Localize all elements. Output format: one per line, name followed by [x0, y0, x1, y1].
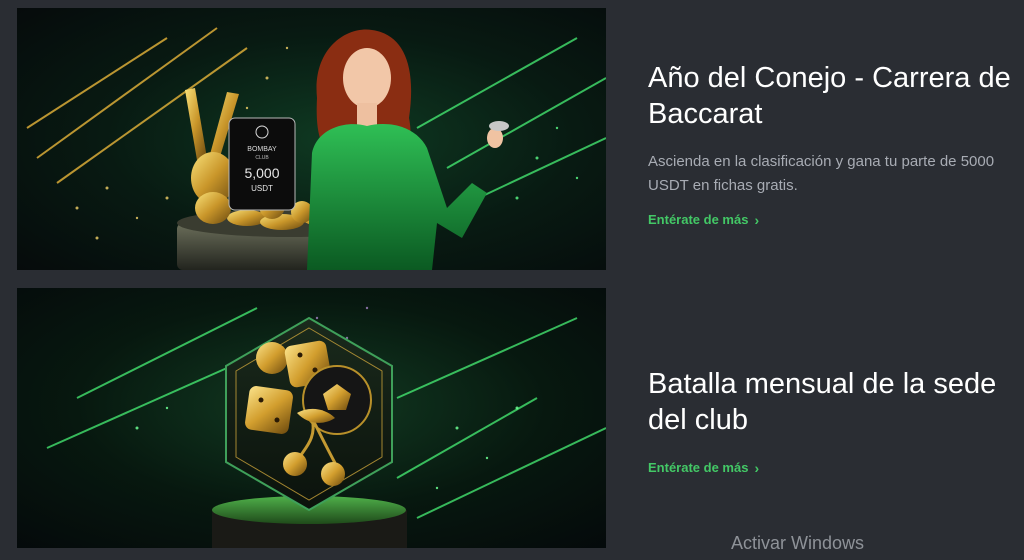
promo-info: Batalla mensual de la sede del club Enté… — [648, 366, 1016, 477]
chip-brand-text: BOMBAY — [247, 146, 277, 153]
chevron-right-icon: › — [754, 459, 760, 476]
promo-info: Año del Conejo - Carrera de Baccarat Asc… — [648, 60, 1016, 229]
chip-currency-text: USDT — [251, 184, 273, 193]
activate-windows-watermark: Activar Windows — [731, 533, 865, 553]
promo-title: Año del Conejo - Carrera de Baccarat — [648, 62, 1011, 130]
learn-more-link[interactable]: Entérate de más › — [648, 212, 759, 227]
learn-more-label: Entérate de más — [648, 460, 749, 475]
chevron-right-icon: › — [754, 211, 760, 228]
banner-art-hexagon-trophy — [17, 288, 606, 548]
promo-banner-image[interactable] — [17, 288, 606, 548]
promo-description: Ascienda en la clasificación y gana tu p… — [648, 153, 995, 194]
banner-art-dealer-rabbit: BOMBAY CLUB 5,000 USDT — [17, 8, 606, 270]
promo-card-club-battle: Batalla mensual de la sede del club Enté… — [17, 288, 1024, 548]
promo-title: Batalla mensual de la sede del club — [648, 368, 997, 436]
chip-sub-text: CLUB — [255, 155, 269, 161]
chip-amount-text: 5,000 — [244, 165, 279, 181]
learn-more-label: Entérate de más — [648, 212, 749, 227]
learn-more-link[interactable]: Entérate de más › — [648, 460, 759, 475]
promo-card-baccarat-race: BOMBAY CLUB 5,000 USDT Año del Conejo - … — [17, 8, 1024, 270]
promo-banner-image[interactable]: BOMBAY CLUB 5,000 USDT — [17, 8, 606, 270]
